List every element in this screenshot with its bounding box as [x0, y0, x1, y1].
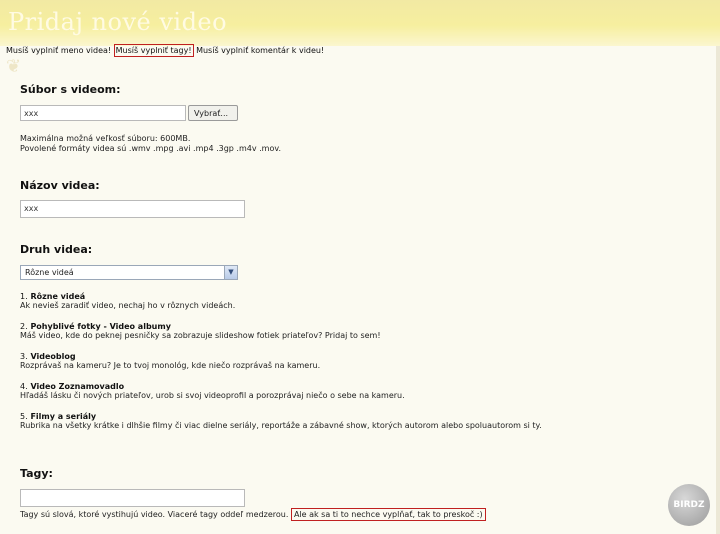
category-item: 1. Rôzne videá Ak nevieš zaradiť video, …: [20, 292, 235, 310]
category-name: Video Zoznamovadlo: [30, 382, 125, 391]
category-description: Rozprávaš na kameru? Je to tvoj monológ,…: [20, 361, 321, 370]
category-item: 2. Pohyblivé fotky - Video albumy Máš vi…: [20, 322, 381, 340]
name-section-title: Názov videa:: [20, 179, 100, 192]
category-item: 5. Filmy a seriály Rubrika na všetky krá…: [20, 412, 542, 430]
category-number: 4.: [20, 382, 28, 391]
category-number: 3.: [20, 352, 28, 361]
category-description: Ak nevieš zaradiť video, nechaj ho v rôz…: [20, 301, 236, 310]
category-description: Hľadáš lásku či nových priateľov, urob s…: [20, 391, 405, 400]
video-type-selected: Rôzne videá: [25, 268, 74, 277]
category-name: Videoblog: [30, 352, 76, 361]
category-description: Máš video, kde do peknej pesničky sa zob…: [20, 331, 381, 340]
category-number: 1.: [20, 292, 28, 301]
file-formats-note: Povolené formáty videa sú .wmv .mpg .avi…: [20, 144, 281, 153]
category-number: 2.: [20, 322, 28, 331]
tags-hint: Tagy sú slová, ktoré vystihujú video. Vi…: [20, 508, 486, 521]
upload-form: Súbor s videom: xxx Vybrať... Maximálna …: [0, 0, 720, 534]
category-name: Pohyblivé fotky - Video albumy: [30, 322, 171, 331]
tags-input[interactable]: [20, 489, 245, 507]
category-item: 4. Video Zoznamovadlo Hľadáš lásku či no…: [20, 382, 405, 400]
category-description: Rubrika na všetky krátke i dlhšie filmy …: [20, 421, 542, 430]
video-type-select[interactable]: Rôzne videá ▼: [20, 265, 238, 280]
video-name-input[interactable]: xxx: [20, 200, 245, 218]
file-section-title: Súbor s videom:: [20, 83, 121, 96]
birdz-logo: BIRDZ: [668, 484, 710, 526]
browse-button[interactable]: Vybrať...: [188, 105, 238, 121]
category-name: Rôzne videá: [30, 292, 86, 301]
page-scrollbar[interactable]: [716, 46, 720, 534]
tags-section-title: Tagy:: [20, 467, 53, 480]
tags-hint-text: Tagy sú slová, ktoré vystihujú video. Vi…: [20, 510, 289, 519]
tags-skip-hint: Ale ak sa ti to nechce vyplňať, tak to p…: [290, 508, 486, 521]
category-number: 5.: [20, 412, 28, 421]
category-name: Filmy a seriály: [30, 412, 97, 421]
category-item: 3. Videoblog Rozprávaš na kameru? Je to …: [20, 352, 320, 370]
file-size-note: Maximálna možná veľkosť súboru: 600MB.: [20, 134, 191, 143]
chevron-down-icon[interactable]: ▼: [224, 266, 237, 279]
file-path-input[interactable]: xxx: [20, 105, 186, 121]
type-section-title: Druh videa:: [20, 243, 93, 256]
